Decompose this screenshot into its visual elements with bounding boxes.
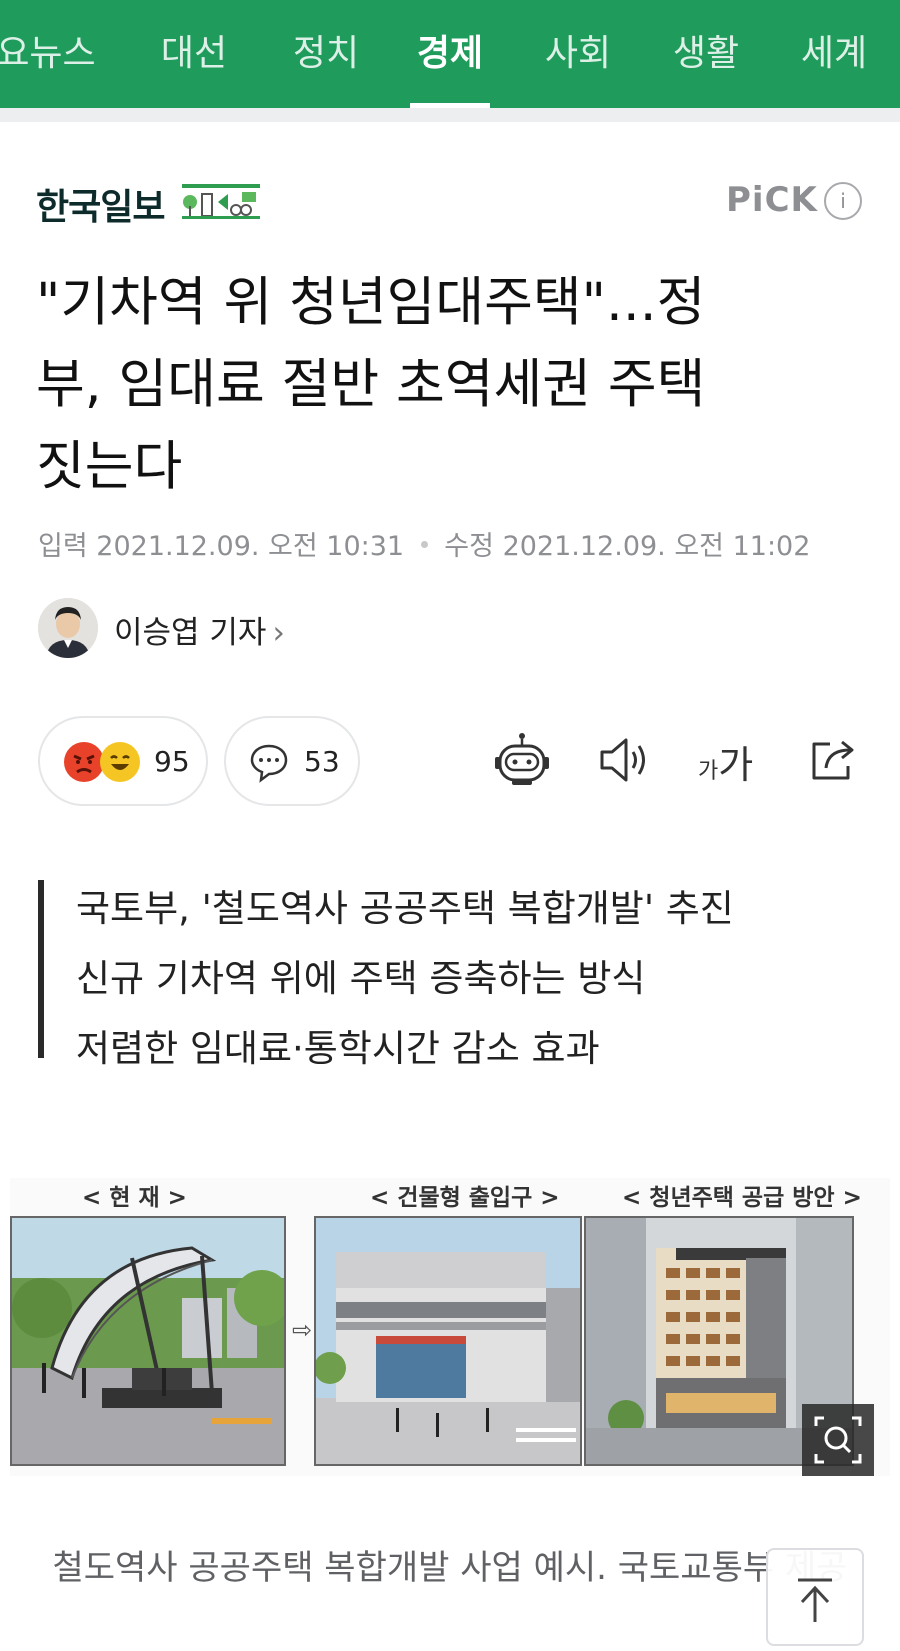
tab-world[interactable]: 세계 [792, 0, 876, 108]
article-headline: "기차역 위 청년임대주택"...정 부, 임대료 절반 초역세권 주택 짓는다 [36, 262, 876, 508]
arrow-up-icon [798, 1578, 832, 1622]
zoom-icon [814, 1416, 862, 1464]
tab-election[interactable]: 대선 [152, 0, 236, 108]
article-dates: 입력 2021.12.09. 오전 10:31 수정 2021.12.09. 오… [38, 524, 810, 563]
press-logo-graphic-icon [182, 184, 260, 219]
edit-label: 수정 [444, 531, 494, 562]
headline-line: 짓는다 [36, 436, 183, 497]
pick-badge[interactable]: PiCK [726, 180, 818, 220]
photo-label-entrance: < 건물형 출입구 > [370, 1185, 560, 1211]
comment-icon [250, 744, 288, 783]
photo-building-entrance [314, 1216, 582, 1466]
input-date: 2021.12.09. 오전 10:31 [96, 531, 405, 562]
summary-quote-bar [38, 880, 44, 1058]
tab-politics[interactable]: 정치 [284, 0, 368, 108]
comment-button[interactable]: 53 [224, 716, 360, 806]
article-photo[interactable]: < 현 재 > < 건물형 출입구 > < 청년주택 공급 방안 > ⇨ [10, 1178, 890, 1476]
photo-current-station [10, 1216, 286, 1466]
laugh-emoji-icon [100, 742, 140, 782]
article-summary: 국토부, '철도역사 공공주택 복합개발' 추진 신규 기차역 위에 주택 증축… [76, 874, 734, 1084]
date-separator [420, 541, 428, 548]
summary-line: 국토부, '철도역사 공공주택 복합개발' 추진 [76, 887, 734, 930]
headline-line: 부, 임대료 절반 초역세권 주택 [36, 354, 706, 415]
tab-news[interactable]: 요뉴스 [0, 0, 98, 108]
reaction-button[interactable]: 95 [38, 716, 208, 806]
font-size-small: 가 [698, 759, 719, 784]
tab-society[interactable]: 사회 [536, 0, 620, 108]
speaker-icon[interactable] [598, 730, 650, 790]
nav-divider [0, 108, 900, 122]
font-size-icon[interactable]: 가가 [698, 734, 753, 794]
summary-line: 신규 기차역 위에 주택 증축하는 방식 [76, 957, 646, 1000]
reporter-avatar[interactable] [38, 598, 98, 658]
info-icon[interactable]: i [824, 182, 862, 220]
photo-caption: 철도역사 공공주택 복합개발 사업 예시. 국토교통부 제공 [52, 1548, 848, 1588]
reporter-name: 이승엽 기자 [114, 615, 267, 651]
font-size-large: 가 [718, 743, 754, 787]
share-icon[interactable] [806, 730, 860, 790]
robot-summary-icon[interactable] [492, 730, 552, 790]
tab-economy[interactable]: 경제 [408, 0, 492, 108]
photo-label-supply: < 청년주택 공급 방안 > [622, 1185, 862, 1211]
chevron-right-icon: › [272, 615, 285, 651]
angry-emoji-icon [64, 742, 104, 782]
tab-life[interactable]: 생활 [664, 0, 748, 108]
reporter-photo-icon [38, 598, 98, 658]
edit-date: 2021.12.09. 오전 11:02 [502, 531, 811, 562]
press-logo[interactable]: 한국일보 [36, 178, 165, 230]
photo-arrow: ⇨ [292, 1316, 313, 1344]
scroll-to-top-button[interactable] [766, 1548, 864, 1646]
summary-line: 저렴한 임대료·통학시간 감소 효과 [76, 1027, 600, 1070]
reaction-count: 95 [154, 745, 190, 778]
comment-count: 53 [304, 745, 340, 778]
category-nav: 요뉴스 대선 정치 경제 사회 생활 세계 [0, 0, 900, 108]
reporter-link[interactable]: 이승엽 기자 › [114, 607, 285, 652]
input-label: 입력 [38, 531, 88, 562]
headline-line: "기차역 위 청년임대주택"...정 [36, 272, 706, 333]
photo-label-current: < 현 재 > [82, 1185, 187, 1211]
photo-zoom-button[interactable] [802, 1404, 874, 1476]
